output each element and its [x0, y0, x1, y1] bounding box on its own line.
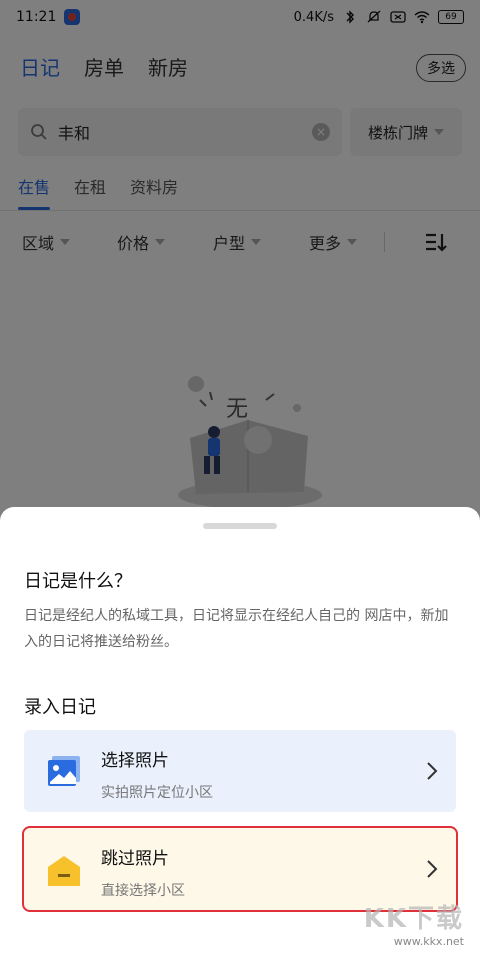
watermark: KK下载 www.kkx.net	[364, 898, 464, 948]
image-icon	[48, 756, 80, 786]
watermark-logo: KK下载	[363, 904, 464, 934]
option-title: 跳过照片	[101, 849, 169, 869]
option-title: 选择照片	[101, 751, 169, 771]
drag-handle[interactable]	[203, 523, 277, 529]
section-title: 录入日记	[24, 697, 96, 718]
sheet-description: 日记是经纪人的私域工具，日记将显示在经纪人自己的 网店中，新加入的日记将推送给粉…	[24, 608, 449, 650]
chevron-right-icon	[427, 762, 438, 780]
house-icon	[48, 856, 80, 886]
sheet-title: 日记是什么？	[24, 571, 132, 592]
watermark-url: www.kkx.net	[393, 935, 464, 948]
select-photo-option[interactable]: 选择照片 实拍照片定位小区	[24, 730, 456, 812]
option-subtitle: 直接选择小区	[101, 883, 185, 899]
chevron-right-icon	[427, 860, 438, 878]
option-subtitle: 实拍照片定位小区	[101, 785, 213, 801]
bottom-sheet: 日记是什么？ 日记是经纪人的私域工具，日记将显示在经纪人自己的 网店中，新加入的…	[0, 507, 480, 960]
